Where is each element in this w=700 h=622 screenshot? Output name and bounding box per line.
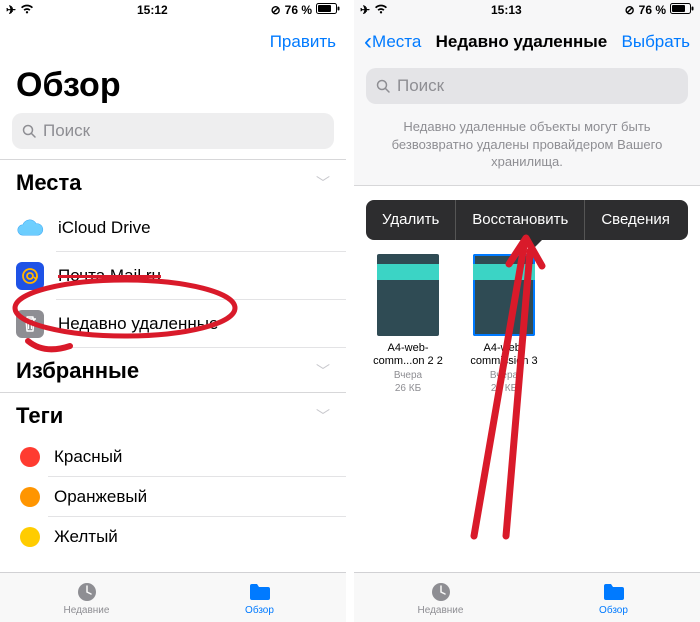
tag-dot xyxy=(20,447,40,467)
orientation-lock-icon: ⊘ xyxy=(625,3,635,17)
file-thumb xyxy=(473,254,535,336)
nav-bar: Править xyxy=(0,20,346,64)
page-title: Обзор xyxy=(0,64,346,109)
phone-left: ✈ 15:12 ⊘ 76 % Править Обзор Поиск Места… xyxy=(0,0,346,622)
file-date: Вчера xyxy=(394,369,422,382)
context-popover: Удалить Восстановить Сведения xyxy=(366,200,688,240)
row-label: iCloud Drive xyxy=(58,218,151,238)
select-button[interactable]: Выбрать xyxy=(622,32,690,52)
search-placeholder: Поиск xyxy=(397,76,444,96)
file-thumb xyxy=(377,254,439,336)
chevron-down-icon: ﹀ xyxy=(316,361,330,381)
row-mailru[interactable]: Почта Mail.ru xyxy=(0,252,346,300)
tag-label: Красный xyxy=(54,447,122,467)
tab-browse[interactable]: Обзор xyxy=(527,573,700,622)
tag-label: Желтый xyxy=(54,527,118,547)
tag-yellow[interactable]: Желтый xyxy=(0,517,346,557)
popover-delete[interactable]: Удалить xyxy=(366,200,455,240)
status-bar: ✈ 15:13 ⊘ 76 % xyxy=(354,0,700,20)
wifi-icon xyxy=(20,3,34,17)
row-label: Почта Mail.ru xyxy=(58,266,161,286)
search-icon xyxy=(376,79,391,94)
search-icon xyxy=(22,124,37,139)
trash-icon xyxy=(16,310,44,338)
icloud-icon xyxy=(16,214,44,242)
chevron-down-icon: ﹀ xyxy=(316,173,330,193)
section-places-header[interactable]: Места ﹀ xyxy=(0,160,346,204)
nav-title: Недавно удаленные xyxy=(421,32,621,52)
tab-browse[interactable]: Обзор xyxy=(173,573,346,622)
tag-dot xyxy=(20,527,40,547)
folder-icon xyxy=(247,580,273,604)
tab-bar: Недавние Обзор xyxy=(354,572,700,622)
file-name: A4-web-commission 3 xyxy=(466,342,542,370)
status-time: 15:13 xyxy=(491,3,522,17)
clock-icon xyxy=(74,580,100,604)
nav-bar: ‹ Места Недавно удаленные Выбрать xyxy=(354,20,700,64)
tab-bar: Недавние Обзор xyxy=(0,572,346,622)
tab-recent[interactable]: Недавние xyxy=(354,573,527,622)
chevron-down-icon: ﹀ xyxy=(316,406,330,426)
wifi-icon xyxy=(374,3,388,17)
file-item[interactable]: A4-web-comm...on 2 2 Вчера 26 КБ xyxy=(370,254,446,396)
tab-label: Недавние xyxy=(418,605,464,616)
edit-button[interactable]: Править xyxy=(270,32,336,52)
tag-label: Оранжевый xyxy=(54,487,147,507)
section-places-title: Места xyxy=(16,170,82,196)
battery-pct: 76 % xyxy=(639,3,666,17)
back-button[interactable]: ‹ Места xyxy=(364,30,421,54)
files-grid: A4-web-comm...on 2 2 Вчера 26 КБ A4-web-… xyxy=(354,240,700,396)
file-name: A4-web-comm...on 2 2 xyxy=(370,342,446,370)
battery-pct: 76 % xyxy=(285,3,312,17)
battery-icon xyxy=(316,3,340,17)
phone-right: ✈ 15:13 ⊘ 76 % ‹ Места Недавно удаленные… xyxy=(354,0,700,622)
clock-icon xyxy=(428,580,454,604)
tag-dot xyxy=(20,487,40,507)
section-favorites-header[interactable]: Избранные ﹀ xyxy=(0,348,346,392)
chevron-left-icon: ‹ xyxy=(364,30,372,54)
back-label: Места xyxy=(372,32,421,52)
row-recently-deleted[interactable]: Недавно удаленные xyxy=(0,300,346,348)
section-favorites-title: Избранные xyxy=(16,358,139,384)
file-date: Вчера xyxy=(490,369,518,382)
search-input[interactable]: Поиск xyxy=(12,113,334,149)
folder-icon xyxy=(601,580,627,604)
file-item[interactable]: A4-web-commission 3 Вчера 26 КБ xyxy=(466,254,542,396)
orientation-lock-icon: ⊘ xyxy=(271,3,281,17)
tab-label: Недавние xyxy=(64,605,110,616)
popover-info[interactable]: Сведения xyxy=(585,200,686,240)
help-text: Недавно удаленные объекты могут быть без… xyxy=(354,114,700,185)
row-icloud[interactable]: iCloud Drive xyxy=(0,204,346,252)
tab-label: Обзор xyxy=(599,605,628,616)
airplane-icon: ✈ xyxy=(6,3,16,17)
tag-red[interactable]: Красный xyxy=(0,437,346,477)
section-tags-title: Теги xyxy=(16,403,63,429)
battery-icon xyxy=(670,3,694,17)
row-label: Недавно удаленные xyxy=(58,314,218,334)
search-input[interactable]: Поиск xyxy=(366,68,688,104)
mailru-icon xyxy=(16,262,44,290)
search-placeholder: Поиск xyxy=(43,121,90,141)
section-tags-header[interactable]: Теги ﹀ xyxy=(0,393,346,437)
popover-restore[interactable]: Восстановить xyxy=(456,200,584,240)
file-size: 26 КБ xyxy=(491,382,517,395)
status-bar: ✈ 15:12 ⊘ 76 % xyxy=(0,0,346,20)
tag-orange[interactable]: Оранжевый xyxy=(0,477,346,517)
status-time: 15:12 xyxy=(137,3,168,17)
airplane-icon: ✈ xyxy=(360,3,370,17)
file-size: 26 КБ xyxy=(395,382,421,395)
tab-recent[interactable]: Недавние xyxy=(0,573,173,622)
tab-label: Обзор xyxy=(245,605,274,616)
